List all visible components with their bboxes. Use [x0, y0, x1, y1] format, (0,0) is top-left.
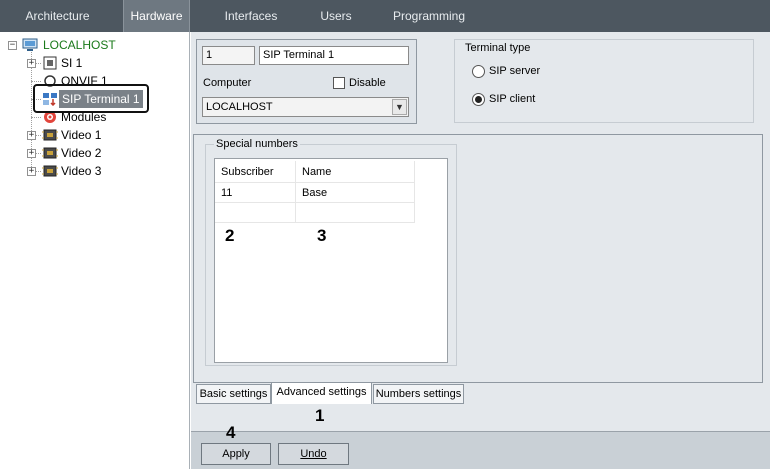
hardware-tree: − LOCALHOST + SI 1 ONVIF 1 SIP Terminal … [0, 32, 190, 469]
column-header-subscriber[interactable]: Subscriber [215, 161, 296, 183]
video-card-icon [42, 128, 58, 142]
tab-users[interactable]: Users [305, 0, 367, 32]
computer-icon [22, 38, 38, 52]
tree-item-video-3[interactable]: + Video 3 [0, 162, 190, 180]
special-numbers-table[interactable]: Subscriber Name 11 Base [214, 158, 448, 363]
radio-selected-dot [475, 96, 482, 103]
callout-number: 4 [226, 423, 236, 442]
expand-icon[interactable]: + [27, 59, 36, 68]
computer-select[interactable]: LOCALHOST ▼ [202, 97, 409, 117]
tab-advanced-settings[interactable]: Advanced settings [271, 382, 372, 404]
tab-programming[interactable]: Programming [385, 0, 473, 32]
callout-number: 2 [225, 226, 235, 245]
collapse-icon[interactable]: − [8, 41, 17, 50]
disable-checkbox[interactable] [333, 77, 345, 89]
sip-server-label: SIP server [489, 65, 541, 77]
tree-label-si: SI 1 [61, 56, 83, 70]
si-board-icon [42, 56, 58, 70]
tab-interfaces[interactable]: Interfaces [210, 0, 292, 32]
computer-select-value: LOCALHOST [206, 101, 273, 113]
tree-item-si[interactable]: + SI 1 [0, 54, 190, 72]
expand-icon[interactable]: + [27, 167, 36, 176]
sip-client-radio[interactable] [472, 93, 485, 106]
top-tab-bar: Architecture Hardware Interfaces Users P… [0, 0, 770, 32]
sip-client-label: SIP client [489, 93, 536, 105]
object-id-field[interactable]: 1 [202, 46, 255, 65]
video-card-icon [42, 146, 58, 160]
chevron-down-icon[interactable]: ▼ [392, 99, 407, 115]
object-name-field[interactable]: SIP Terminal 1 [259, 46, 409, 65]
tab-numbers-settings[interactable]: Numbers settings [373, 384, 464, 404]
undo-button[interactable]: Undo [278, 443, 349, 465]
video-card-icon [42, 164, 58, 178]
terminal-type-group: Terminal type SIP server SIP client [454, 39, 754, 123]
new-row-cell[interactable] [296, 203, 415, 223]
tree-label-video-1: Video 1 [61, 128, 102, 142]
tree-label-localhost: LOCALHOST [43, 38, 116, 52]
computer-label: Computer [203, 77, 252, 89]
disable-label: Disable [349, 77, 386, 89]
tree-label-video-2: Video 2 [61, 146, 102, 160]
tab-basic-settings[interactable]: Basic settings [196, 384, 271, 404]
special-numbers-title: Special numbers [214, 138, 300, 150]
highlight-frame [33, 84, 149, 113]
tree-label-video-3: Video 3 [61, 164, 102, 178]
cell-subscriber[interactable]: 11 [215, 183, 296, 203]
terminal-type-title: Terminal type [463, 42, 533, 54]
sip-server-radio[interactable] [472, 65, 485, 78]
callout-number: 3 [317, 226, 327, 245]
tree-item-video-2[interactable]: + Video 2 [0, 144, 190, 162]
apply-button[interactable]: Apply [201, 443, 271, 465]
tree-item-localhost[interactable]: − LOCALHOST [0, 36, 190, 54]
object-identity-group: 1 SIP Terminal 1 Computer Disable LOCALH… [196, 39, 417, 124]
tree-item-video-1[interactable]: + Video 1 [0, 126, 190, 144]
expand-icon[interactable]: + [27, 149, 36, 158]
settings-panel: 1 SIP Terminal 1 Computer Disable LOCALH… [191, 32, 770, 469]
tab-architecture[interactable]: Architecture [0, 0, 115, 32]
callout-number: 1 [315, 406, 325, 425]
cell-name[interactable]: Base [296, 183, 415, 203]
column-header-name[interactable]: Name [296, 161, 415, 183]
expand-icon[interactable]: + [27, 131, 36, 140]
new-row-cell[interactable] [215, 203, 296, 223]
tab-hardware[interactable]: Hardware [123, 0, 190, 32]
